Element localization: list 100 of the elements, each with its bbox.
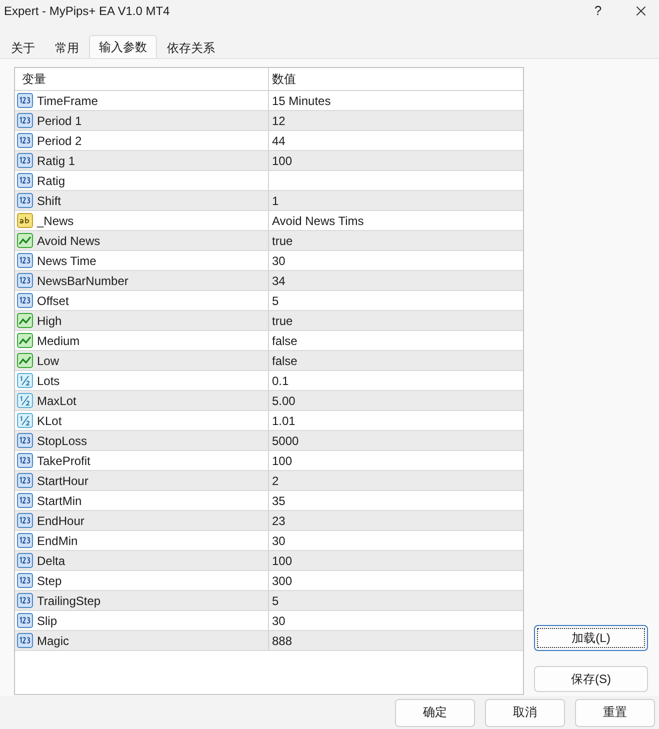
parameter-value[interactable]: 15 Minutes — [268, 91, 523, 110]
cancel-button[interactable]: 取消 — [485, 698, 565, 726]
parameter-name: High — [37, 314, 62, 328]
parameter-name: Step — [37, 574, 62, 588]
table-row[interactable]: Ratig 1 100 — [15, 151, 523, 171]
parameter-name: Low — [37, 354, 60, 368]
parameter-value[interactable]: 300 — [268, 571, 523, 590]
parameter-value[interactable]: 5 — [268, 291, 523, 310]
parameter-name: MaxLot — [37, 394, 76, 408]
table-row[interactable]: StartHour 2 — [15, 471, 523, 491]
table-row[interactable]: Medium false — [15, 331, 523, 351]
parameter-value[interactable]: 1.01 — [268, 411, 523, 430]
parameter-name: Lots — [37, 374, 60, 388]
numeric-icon — [17, 633, 33, 648]
numeric-icon — [17, 113, 33, 128]
table-row[interactable]: Offset 5 — [15, 291, 523, 311]
parameter-name: Period 2 — [37, 134, 82, 148]
parameter-value[interactable]: 30 — [268, 611, 523, 630]
table-row[interactable]: Slip 30 — [15, 611, 523, 631]
parameter-value[interactable]: 30 — [268, 251, 523, 270]
load-button[interactable]: 加载(L) — [534, 625, 648, 651]
table-row[interactable]: Ratig — [15, 171, 523, 191]
table-row[interactable]: Step 300 — [15, 571, 523, 591]
table-row[interactable]: TrailingStep 5 — [15, 591, 523, 611]
table-row[interactable]: KLot 1.01 — [15, 411, 523, 431]
table-row[interactable]: Low false — [15, 351, 523, 371]
numeric-icon — [17, 173, 33, 188]
table-row[interactable]: Period 1 12 — [15, 111, 523, 131]
numeric-icon — [17, 193, 33, 208]
parameter-name: StartMin — [37, 494, 82, 508]
parameter-value[interactable]: 34 — [268, 271, 523, 290]
table-row[interactable]: Avoid News true — [15, 231, 523, 251]
numeric-icon — [17, 513, 33, 528]
tab[interactable]: 关于 — [1, 37, 45, 59]
parameter-name: Period 1 — [37, 114, 82, 128]
parameter-name: Avoid News — [37, 234, 100, 248]
parameter-value[interactable]: false — [268, 331, 523, 350]
parameter-name: Ratig 1 — [37, 154, 76, 168]
table-row[interactable]: Delta 100 — [15, 551, 523, 571]
parameter-value[interactable]: 0.1 — [268, 371, 523, 390]
parameter-value[interactable]: false — [268, 351, 523, 370]
parameter-value[interactable]: 100 — [268, 551, 523, 570]
parameter-value[interactable]: 30 — [268, 531, 523, 550]
parameter-value[interactable]: true — [268, 231, 523, 250]
parameter-value[interactable]: 5.00 — [268, 391, 523, 410]
parameter-value[interactable]: 888 — [268, 631, 523, 650]
parameter-name: NewsBarNumber — [37, 274, 128, 288]
parameter-name: TimeFrame — [37, 94, 98, 108]
parameter-value[interactable]: 1 — [268, 191, 523, 210]
table-row[interactable]: TakeProfit 100 — [15, 451, 523, 471]
parameter-name: Offset — [37, 294, 69, 308]
fraction-icon — [17, 413, 33, 428]
numeric-icon — [17, 293, 33, 308]
parameter-name: StopLoss — [37, 434, 88, 448]
save-button[interactable]: 保存(S) — [534, 666, 648, 692]
parameter-value[interactable]: 5000 — [268, 431, 523, 450]
parameter-value[interactable]: 23 — [268, 511, 523, 530]
table-row[interactable]: Lots 0.1 — [15, 371, 523, 391]
table-row[interactable]: _News Avoid News Tims — [15, 211, 523, 231]
column-header[interactable]: 数值 — [268, 68, 523, 90]
ok-button[interactable]: 确定 — [395, 698, 475, 726]
table-row[interactable]: News Time 30 — [15, 251, 523, 271]
tab[interactable]: 常用 — [45, 37, 89, 59]
table-row[interactable]: Shift 1 — [15, 191, 523, 211]
parameter-value[interactable]: 100 — [268, 451, 523, 470]
numeric-icon — [17, 93, 33, 108]
parameter-value[interactable]: 100 — [268, 151, 523, 170]
parameter-value[interactable]: 5 — [268, 591, 523, 610]
parameter-name: EndHour — [37, 514, 84, 528]
numeric-icon — [17, 613, 33, 628]
table-row[interactable]: TimeFrame 15 Minutes — [15, 91, 523, 111]
table-row[interactable]: High true — [15, 311, 523, 331]
parameter-name: Delta — [37, 554, 66, 568]
fraction-icon — [17, 373, 33, 388]
parameter-value[interactable]: 35 — [268, 491, 523, 510]
parameter-value[interactable]: 44 — [268, 131, 523, 150]
table-row[interactable]: EndHour 23 — [15, 511, 523, 531]
table-row[interactable]: NewsBarNumber 34 — [15, 271, 523, 291]
help-button[interactable]: ? — [591, 2, 605, 20]
table-row[interactable]: EndMin 30 — [15, 531, 523, 551]
tab[interactable]: 输入参数 — [89, 35, 157, 59]
table-row[interactable]: Magic 888 — [15, 631, 523, 651]
parameter-value[interactable]: 2 — [268, 471, 523, 490]
parameter-value[interactable]: Avoid News Tims — [268, 211, 523, 230]
parameter-value[interactable]: true — [268, 311, 523, 330]
table-row[interactable]: StartMin 35 — [15, 491, 523, 511]
numeric-icon — [17, 433, 33, 448]
column-header[interactable]: 变量 — [15, 68, 268, 90]
parameter-value[interactable]: 12 — [268, 111, 523, 130]
numeric-icon — [17, 493, 33, 508]
table-row[interactable]: MaxLot 5.00 — [15, 391, 523, 411]
tab[interactable]: 依存关系 — [157, 37, 225, 59]
reset-button[interactable]: 重置 — [575, 698, 655, 726]
table-row[interactable]: Period 2 44 — [15, 131, 523, 151]
numeric-icon — [17, 273, 33, 288]
table-row[interactable]: StopLoss 5000 — [15, 431, 523, 451]
text-icon — [17, 213, 33, 228]
numeric-icon — [17, 553, 33, 568]
parameter-name: Ratig — [37, 174, 66, 188]
numeric-icon — [17, 473, 33, 488]
